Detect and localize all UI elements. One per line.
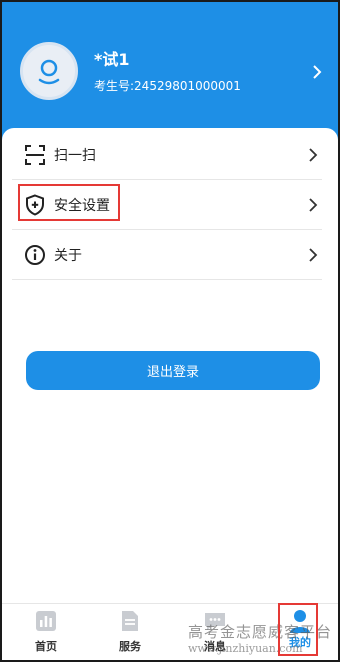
app-screen: *试1 考生号:24529801000001 扫一扫 安全设置 关于 退出登录 … [0, 0, 340, 662]
watermark-text: 高考金志愿威客平台 [188, 623, 333, 641]
chevron-right-icon[interactable] [310, 64, 324, 80]
user-avatar-icon [38, 59, 60, 85]
user-name: *试1 [94, 50, 130, 69]
logout-button[interactable]: 退出登录 [26, 351, 320, 390]
menu-item-scan[interactable]: 扫一扫 [12, 130, 322, 180]
tab-label: 服务 [119, 640, 141, 653]
menu-item-label: 安全设置 [54, 197, 110, 214]
menu-item-label: 关于 [54, 247, 82, 264]
watermark-url: www.jinzhiyuan.com [188, 642, 303, 655]
profile-header[interactable]: *试1 考生号:24529801000001 [2, 2, 338, 147]
tab-home[interactable]: 首页 [16, 610, 76, 658]
menu-item-label: 扫一扫 [54, 147, 96, 164]
home-chart-icon [35, 610, 57, 632]
chevron-right-icon [309, 198, 318, 212]
menu-item-security[interactable]: 安全设置 [12, 180, 322, 230]
avatar [20, 42, 78, 100]
document-icon [119, 610, 141, 632]
scan-icon [24, 144, 46, 166]
info-icon [24, 244, 46, 266]
tab-service[interactable]: 服务 [100, 610, 160, 658]
exam-id: 考生号:24529801000001 [94, 79, 241, 93]
shield-plus-icon [24, 193, 46, 216]
chevron-right-icon [309, 248, 318, 262]
tab-label: 首页 [35, 640, 57, 653]
chevron-right-icon [309, 148, 318, 162]
menu-item-about[interactable]: 关于 [12, 230, 322, 280]
